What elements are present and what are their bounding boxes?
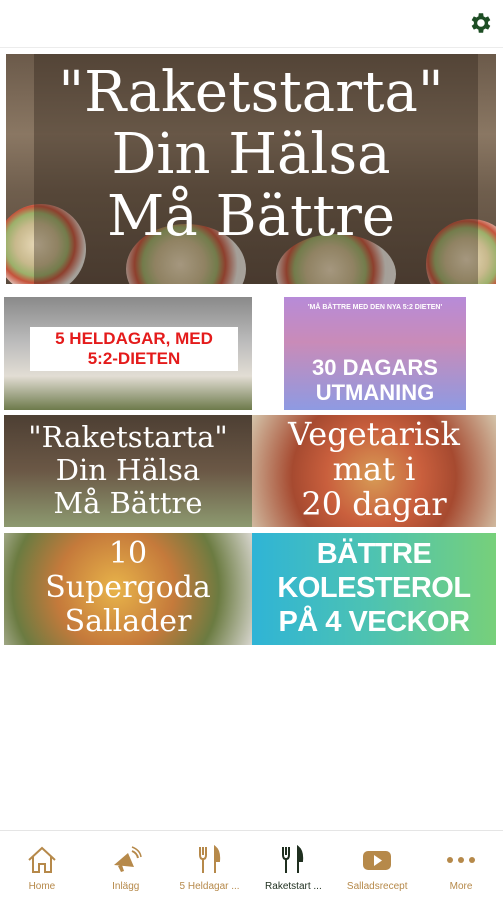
more-dots-icon — [447, 857, 476, 863]
tile-label: Vegetarisk mat i 20 dagar — [288, 415, 460, 523]
tile-sallader[interactable]: 10 Supergoda Sallader — [4, 533, 252, 645]
tab-label: Inlägg — [112, 881, 140, 892]
tab-label: Home — [28, 881, 56, 892]
tile-subtitle: 'MÅ BÄTTRE MED DEN NYA 5:2 DIETEN' — [307, 304, 443, 311]
tab-label: 5 Heldagar ... — [179, 881, 240, 892]
tab-label: Raketstart ... — [265, 881, 322, 892]
gear-icon[interactable] — [467, 10, 493, 36]
top-bar — [0, 0, 503, 48]
hero-title: "Raketstarta" Din Hälsa Må Bättre — [58, 60, 444, 249]
tile-label: 5 HELDAGAR, MED 5:2-DIETEN — [55, 329, 213, 368]
tab-label: Salladsrecept — [346, 881, 408, 892]
tile-raketstarta[interactable]: "Raketstarta" Din Hälsa Må Bättre — [4, 415, 252, 527]
tab-salladsrecept[interactable]: Salladsrecept — [335, 831, 419, 900]
play-icon — [363, 851, 392, 870]
hero-banner[interactable]: "Raketstarta" Din Hälsa Må Bättre — [6, 54, 496, 284]
tile-5-heldagar[interactable]: 5 HELDAGAR, MED 5:2-DIETEN — [4, 297, 252, 410]
fork-knife-icon — [198, 845, 220, 873]
megaphone-icon — [113, 846, 142, 872]
tab-5-heldagar[interactable]: 5 Heldagar ... — [168, 831, 252, 900]
tab-inlagg[interactable]: Inlägg — [84, 831, 168, 900]
tile-vegetarisk[interactable]: Vegetarisk mat i 20 dagar — [252, 415, 496, 527]
tile-label: 30 DAGARS UTMANING — [312, 355, 438, 405]
tile-30-dagars-utmaning[interactable]: 'MÅ BÄTTRE MED DEN NYA 5:2 DIETEN' 30 DA… — [284, 297, 466, 410]
tab-more[interactable]: More — [419, 831, 503, 900]
fork-knife-icon — [282, 845, 304, 873]
tile-label: 10 Supergoda Sallader — [45, 536, 211, 639]
tab-home[interactable]: Home — [0, 831, 84, 900]
tab-label: More — [449, 881, 473, 892]
tile-kolesterol[interactable]: BÄTTRE KOLESTEROL PÅ 4 VECKOR — [252, 533, 496, 645]
tile-label: "Raketstarta" Din Hälsa Må Bättre — [28, 420, 228, 520]
tab-raketstart[interactable]: Raketstart ... — [251, 831, 335, 900]
tile-label: BÄTTRE KOLESTEROL PÅ 4 VECKOR — [277, 538, 471, 638]
bottom-tab-bar: Home Inlägg 5 Heldagar ... Raketstart ..… — [0, 830, 503, 900]
home-icon — [28, 846, 56, 873]
